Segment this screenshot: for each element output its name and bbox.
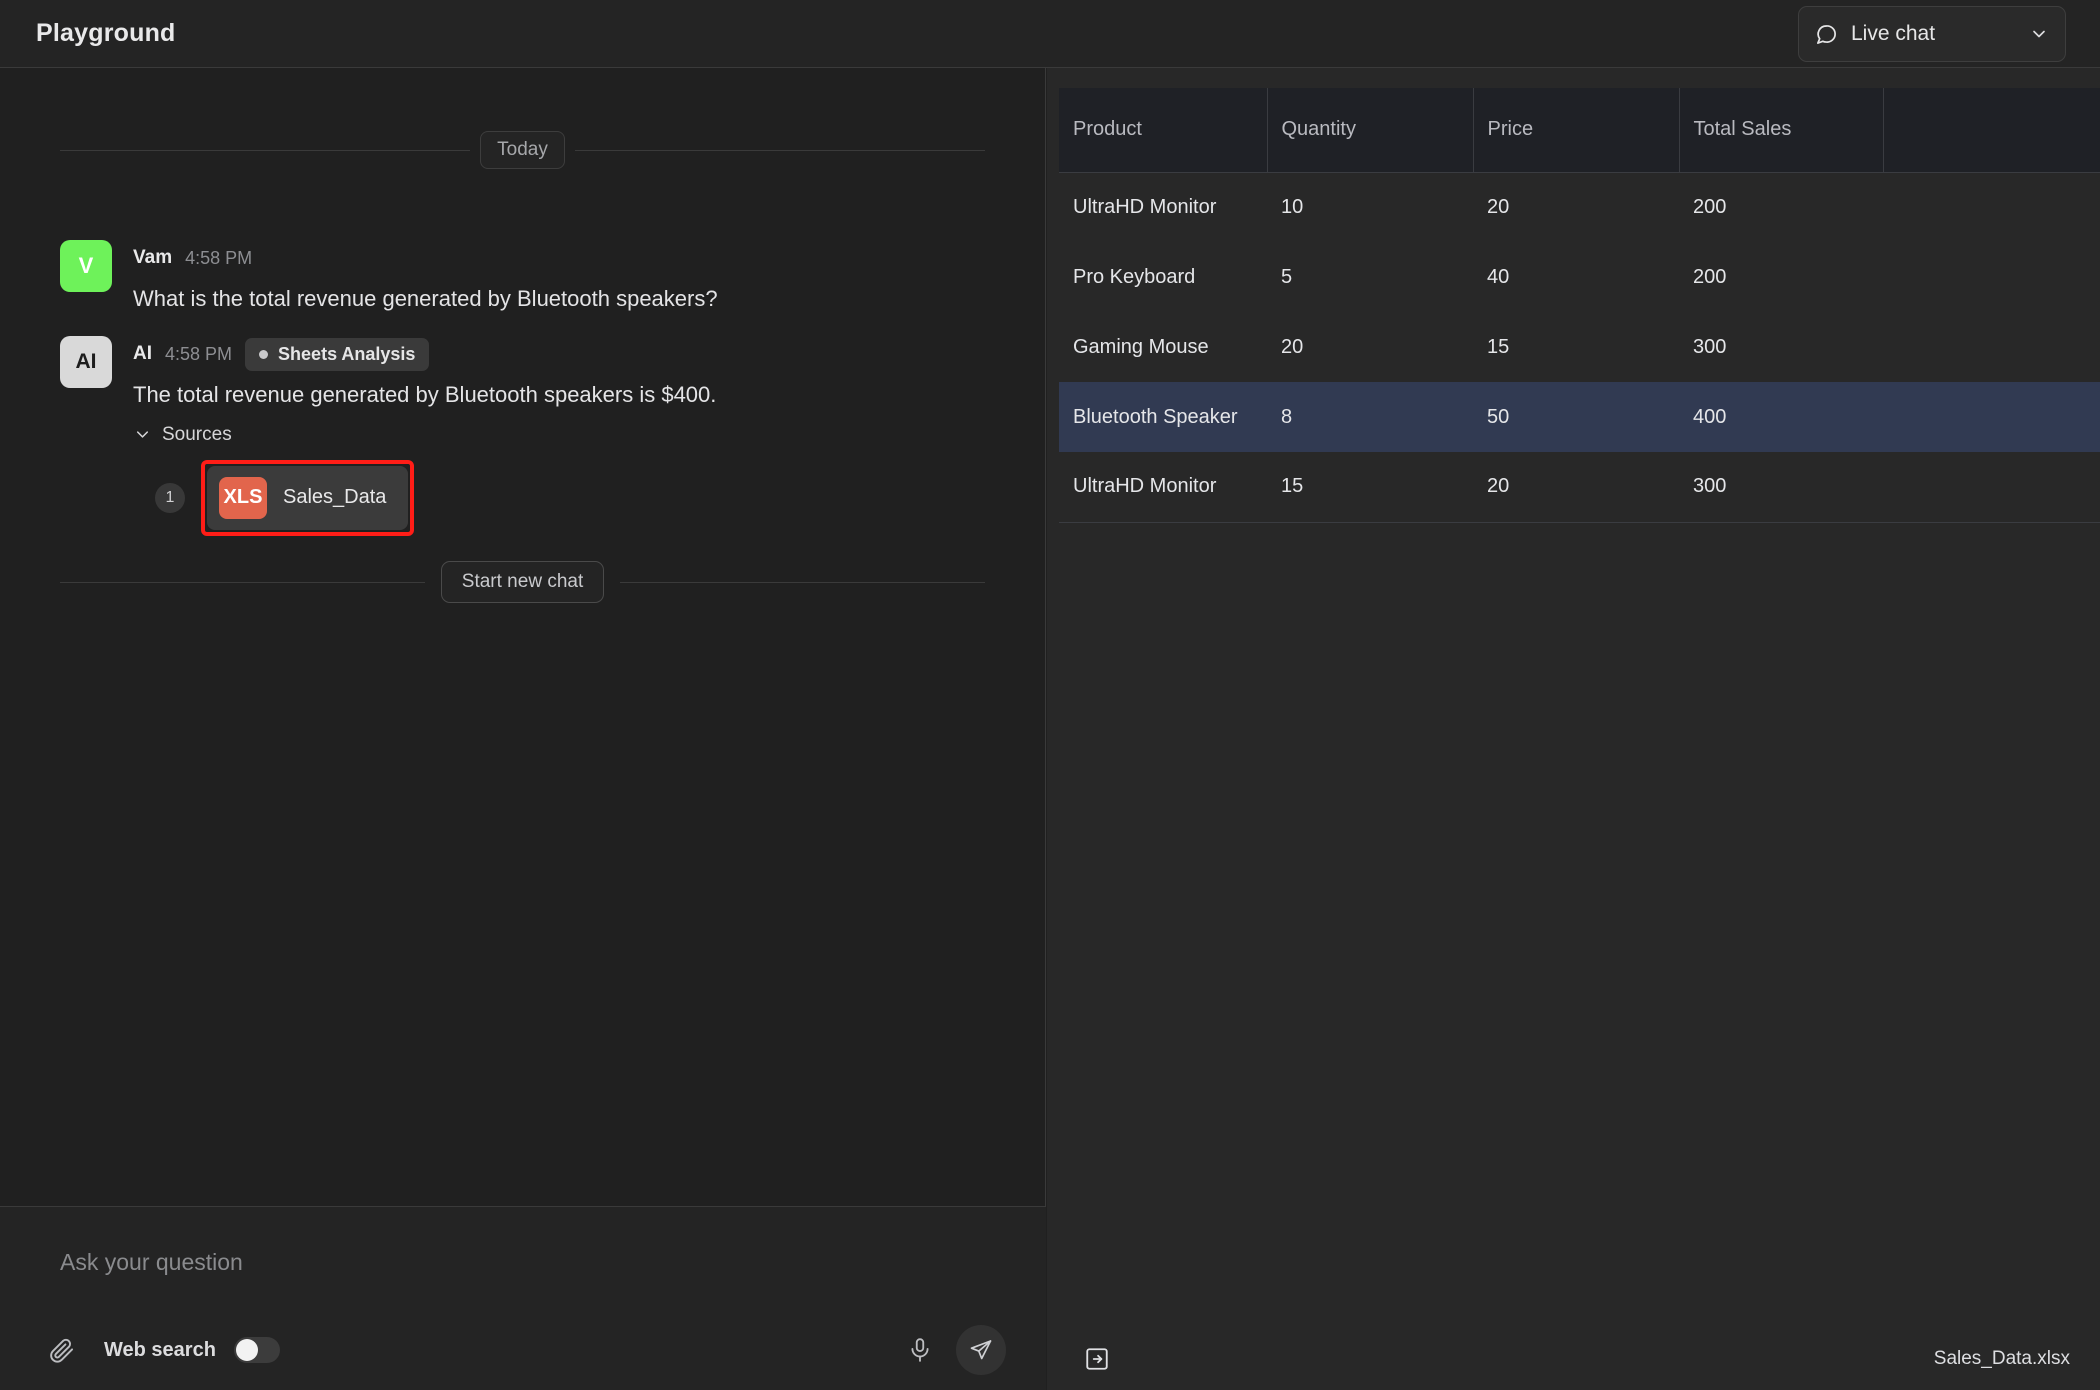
message-user: V Vam 4:58 PM What is the total revenue … bbox=[60, 240, 718, 314]
paperclip-icon[interactable] bbox=[40, 1329, 82, 1371]
cell-price: 40 bbox=[1487, 265, 1510, 288]
cell-empty bbox=[1883, 242, 2100, 312]
message-body: AI 4:58 PM Sheets Analysis The total rev… bbox=[133, 336, 716, 536]
cell-empty bbox=[1883, 172, 2100, 242]
table-row[interactable]: UltraHD Monitor 10 20 200 bbox=[1059, 172, 2100, 242]
table-row-highlighted[interactable]: Bluetooth Speaker 8 50 400 bbox=[1059, 382, 2100, 452]
message-text: What is the total revenue generated by B… bbox=[133, 286, 718, 311]
page-title: Playground bbox=[36, 19, 176, 47]
column-header-empty[interactable] bbox=[1883, 88, 2100, 173]
cell-price: 20 bbox=[1473, 452, 1679, 523]
cell-product: UltraHD Monitor bbox=[1059, 452, 1267, 523]
column-header-quantity[interactable]: Quantity bbox=[1267, 88, 1474, 173]
avatar: AI bbox=[60, 336, 112, 388]
column-header-price[interactable]: Price bbox=[1473, 88, 1680, 173]
cell-product: Pro Keyboard bbox=[1073, 265, 1196, 288]
cell-quantity: 8 bbox=[1281, 405, 1293, 428]
divider-line-right bbox=[620, 581, 986, 583]
cell-total-sales: 300 bbox=[1693, 335, 1727, 358]
table-row[interactable]: Pro Keyboard 5 40 200 bbox=[1059, 242, 2100, 312]
sheet-filename: Sales_Data.xlsx bbox=[1933, 1348, 2070, 1369]
microphone-icon[interactable] bbox=[898, 1328, 942, 1372]
message-body: Vam 4:58 PM What is the total revenue ge… bbox=[133, 240, 718, 314]
source-file-card[interactable]: XLS Sales_Data bbox=[207, 465, 409, 530]
chevron-down-icon bbox=[2029, 24, 2049, 44]
toggle-knob bbox=[235, 1339, 258, 1361]
cell-empty bbox=[1883, 312, 2100, 382]
day-separator: Today bbox=[60, 128, 986, 172]
source-highlight-box: XLS Sales_Data bbox=[201, 459, 415, 536]
divider-line-right bbox=[574, 149, 986, 151]
web-search-label: Web search bbox=[104, 1338, 216, 1361]
message-author: AI bbox=[133, 343, 152, 364]
cell-product: Bluetooth Speaker bbox=[1073, 405, 1238, 428]
cell-total-sales: 200 bbox=[1693, 265, 1727, 288]
sources-toggle[interactable]: Sources bbox=[133, 424, 232, 446]
start-new-chat-button[interactable]: Start new chat bbox=[440, 561, 605, 603]
cell-quantity: 5 bbox=[1281, 265, 1293, 288]
xls-file-icon: XLS bbox=[219, 476, 267, 519]
status-dot-icon bbox=[259, 349, 269, 359]
send-paper-plane-icon bbox=[969, 1338, 993, 1362]
web-search-toggle[interactable] bbox=[233, 1337, 280, 1363]
cell-total-sales: 400 bbox=[1693, 405, 1727, 428]
column-header-product[interactable]: Product bbox=[1059, 88, 1268, 173]
column-header-total-sales[interactable]: Total Sales bbox=[1679, 88, 1884, 173]
cell-empty bbox=[1883, 382, 2100, 452]
cell-price: 20 bbox=[1487, 195, 1510, 218]
chat-pane: Today V Vam 4:58 PM What is the total re… bbox=[0, 68, 1046, 1390]
message-text: The total revenue generated by Bluetooth… bbox=[133, 382, 717, 407]
composer-actions bbox=[898, 1325, 1006, 1375]
cell-product: Gaming Mouse bbox=[1073, 335, 1209, 358]
sources-label: Sources bbox=[162, 423, 232, 445]
app-root: Playground Live chat Today V Vam 4:58 PM… bbox=[0, 0, 2100, 1390]
source-index-badge: 1 bbox=[155, 482, 185, 513]
message-author: Vam bbox=[133, 247, 173, 268]
table-header: Product Quantity Price Total Sales bbox=[1059, 88, 2100, 173]
table-header-row: Product Quantity Price Total Sales bbox=[1059, 88, 2100, 173]
divider-line-left bbox=[60, 149, 471, 151]
composer: Web search bbox=[0, 1207, 1046, 1390]
cell-product: UltraHD Monitor bbox=[1073, 195, 1217, 218]
cell-price: 15 bbox=[1487, 335, 1510, 358]
composer-toolbar: Web search bbox=[0, 1310, 1046, 1390]
live-chat-label: Live chat bbox=[1851, 22, 1936, 45]
table-row[interactable]: UltraHD Monitor 15 20 300 bbox=[1059, 452, 2100, 523]
message-header: AI 4:58 PM Sheets Analysis bbox=[133, 337, 716, 371]
cell-total-sales: 300 bbox=[1679, 452, 1883, 523]
question-input[interactable] bbox=[60, 1249, 960, 1276]
message-header: Vam 4:58 PM bbox=[133, 242, 718, 274]
day-separator-label: Today bbox=[480, 131, 565, 169]
spreadsheet: Product Quantity Price Total Sales Ultra… bbox=[1059, 88, 2100, 523]
divider-line-left bbox=[60, 581, 425, 583]
message-timestamp: 4:58 PM bbox=[165, 343, 233, 364]
source-file-name: Sales_Data bbox=[283, 486, 387, 509]
top-bar: Playground Live chat bbox=[0, 0, 2100, 68]
cell-price: 50 bbox=[1487, 405, 1510, 428]
table-body: UltraHD Monitor 10 20 200 Pro Keyboard 5… bbox=[1059, 172, 2100, 523]
cell-total-sales: 200 bbox=[1693, 195, 1727, 218]
spreadsheet-footer: Sales_Data.xlsx bbox=[1047, 1328, 2100, 1390]
cell-empty bbox=[1883, 452, 2100, 523]
message-ai: AI AI 4:58 PM Sheets Analysis The total … bbox=[60, 336, 716, 536]
sales-data-table: Product Quantity Price Total Sales Ultra… bbox=[1059, 88, 2100, 523]
chevron-down-icon bbox=[133, 425, 152, 444]
spreadsheet-pane: Product Quantity Price Total Sales Ultra… bbox=[1047, 68, 2100, 1390]
open-panel-icon[interactable] bbox=[1077, 1339, 1117, 1379]
cell-quantity: 10 bbox=[1281, 195, 1304, 218]
cell-quantity: 15 bbox=[1267, 452, 1473, 523]
send-button[interactable] bbox=[956, 1325, 1006, 1375]
message-timestamp: 4:58 PM bbox=[185, 247, 253, 268]
status-badge: Sheets Analysis bbox=[245, 337, 430, 371]
source-list-item: 1 XLS Sales_Data bbox=[155, 459, 716, 536]
avatar: V bbox=[60, 240, 112, 292]
cell-quantity: 20 bbox=[1281, 335, 1304, 358]
table-row[interactable]: Gaming Mouse 20 15 300 bbox=[1059, 312, 2100, 382]
start-new-chat-row: Start new chat bbox=[0, 558, 1045, 606]
message-list: Today V Vam 4:58 PM What is the total re… bbox=[0, 68, 1045, 1207]
live-chat-dropdown[interactable]: Live chat bbox=[1798, 6, 2066, 62]
chat-bubble-icon bbox=[1815, 23, 1838, 46]
status-badge-label: Sheets Analysis bbox=[278, 343, 416, 364]
